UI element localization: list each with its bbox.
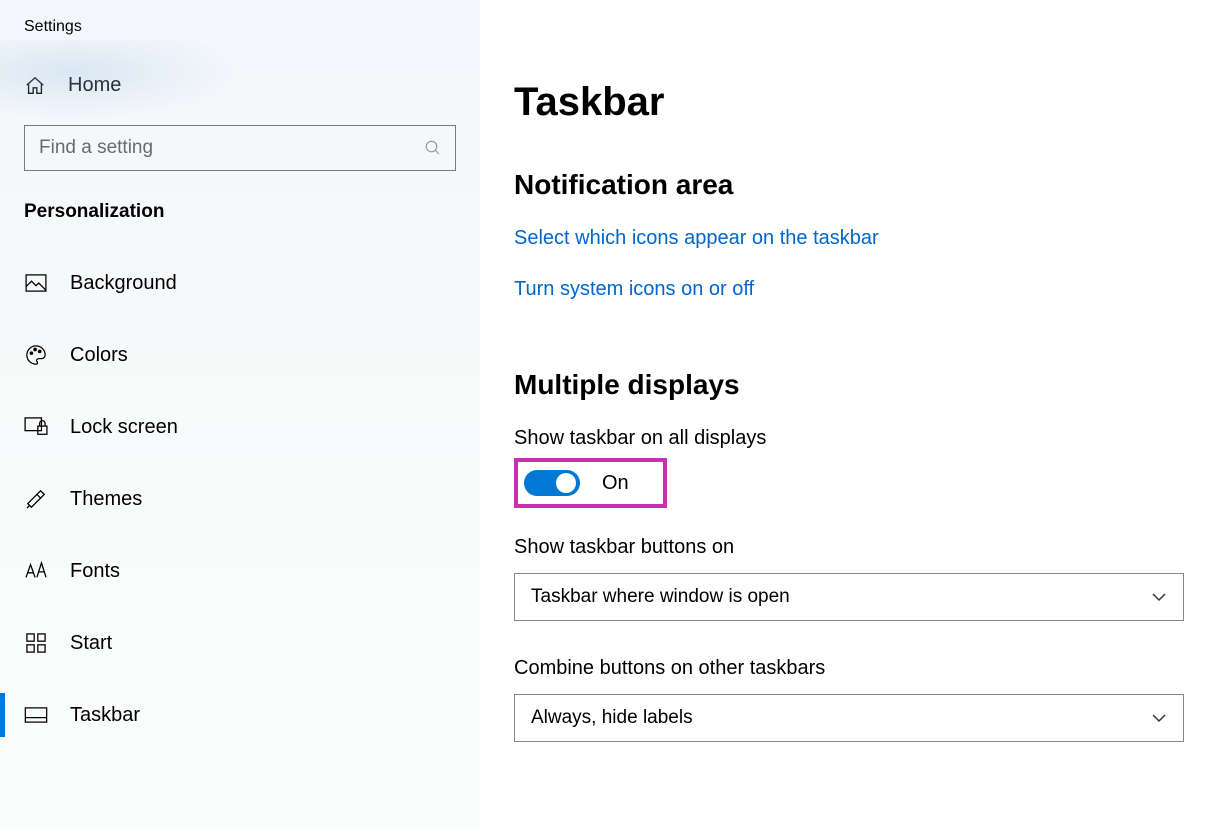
taskbar-icon bbox=[24, 707, 48, 723]
paintbrush-icon bbox=[24, 488, 48, 510]
section-multiple-displays: Multiple displays bbox=[514, 369, 1187, 401]
sidebar-item-colors[interactable]: Colors bbox=[0, 319, 480, 391]
sidebar-item-label: Fonts bbox=[70, 560, 120, 583]
chevron-down-icon bbox=[1151, 713, 1167, 723]
section-notification-area: Notification area bbox=[514, 169, 1187, 201]
lock-screen-icon bbox=[24, 417, 48, 437]
sidebar-item-lock-screen[interactable]: Lock screen bbox=[0, 391, 480, 463]
page-title: Taskbar bbox=[514, 80, 1187, 125]
toggle-show-taskbar-all[interactable] bbox=[524, 470, 580, 496]
home-icon bbox=[24, 75, 46, 97]
sidebar-item-label: Themes bbox=[70, 488, 142, 511]
search-container bbox=[24, 125, 456, 171]
label-show-buttons-on: Show taskbar buttons on bbox=[514, 536, 1187, 559]
sidebar-item-label: Start bbox=[70, 632, 112, 655]
palette-icon bbox=[24, 344, 48, 366]
sidebar-item-label: Lock screen bbox=[70, 416, 178, 439]
dropdown-combine-buttons[interactable]: Always, hide labels bbox=[514, 694, 1184, 742]
dropdown-value: Always, hide labels bbox=[531, 707, 693, 729]
toggle-state-label: On bbox=[602, 472, 629, 495]
start-grid-icon bbox=[24, 633, 48, 653]
sidebar-item-background[interactable]: Background bbox=[0, 247, 480, 319]
main-content: Taskbar Notification area Select which i… bbox=[480, 0, 1217, 828]
sidebar-item-label: Colors bbox=[70, 344, 128, 367]
sidebar-item-label: Background bbox=[70, 272, 177, 295]
dropdown-value: Taskbar where window is open bbox=[531, 586, 790, 608]
sidebar-category: Personalization bbox=[0, 201, 480, 247]
label-show-taskbar-all: Show taskbar on all displays bbox=[514, 427, 1187, 450]
sidebar-item-taskbar[interactable]: Taskbar bbox=[0, 679, 480, 751]
link-select-icons[interactable]: Select which icons appear on the taskbar bbox=[514, 227, 1187, 250]
search-icon bbox=[424, 139, 442, 157]
sidebar-item-home[interactable]: Home bbox=[0, 54, 480, 125]
search-input[interactable] bbox=[24, 125, 456, 171]
dropdown-show-buttons-on[interactable]: Taskbar where window is open bbox=[514, 573, 1184, 621]
sidebar-item-start[interactable]: Start bbox=[0, 607, 480, 679]
link-system-icons[interactable]: Turn system icons on or off bbox=[514, 278, 1187, 301]
toggle-knob bbox=[556, 473, 576, 493]
image-icon bbox=[24, 274, 48, 292]
home-label: Home bbox=[68, 74, 121, 97]
app-title: Settings bbox=[0, 18, 480, 54]
sidebar-item-label: Taskbar bbox=[70, 704, 140, 727]
font-icon bbox=[24, 561, 48, 581]
sidebar: Settings Home Personalization Background bbox=[0, 0, 480, 828]
sidebar-item-fonts[interactable]: Fonts bbox=[0, 535, 480, 607]
label-combine-buttons: Combine buttons on other taskbars bbox=[514, 657, 1187, 680]
sidebar-nav: Background Colors Lock screen Themes bbox=[0, 247, 480, 751]
sidebar-item-themes[interactable]: Themes bbox=[0, 463, 480, 535]
chevron-down-icon bbox=[1151, 592, 1167, 602]
highlight-annotation: On bbox=[514, 458, 667, 508]
